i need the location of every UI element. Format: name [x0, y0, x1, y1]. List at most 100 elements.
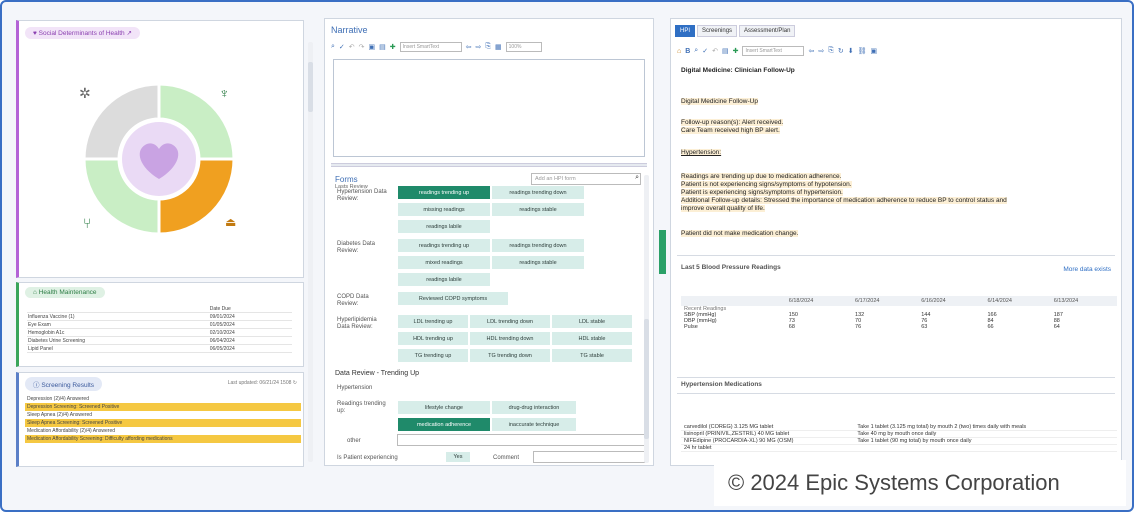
refresh-icon[interactable]: ↻ [293, 380, 297, 386]
list-item[interactable]: Depression (2)/4) Answered [25, 395, 301, 403]
tg-trending-down-button[interactable]: TG trending down [469, 348, 551, 363]
narrative-forms-panel: Narrative ⌕ ✓ ↶ ↷ ▣ ▤ ✚ Insert SmartText… [324, 18, 654, 466]
list-item[interactable]: Depression Screening: Screened Positive [25, 403, 301, 411]
insert-template-icon[interactable]: ▣ [369, 43, 376, 51]
left-scroll-thumb[interactable] [308, 62, 313, 112]
redo-icon[interactable]: ↷ [359, 43, 365, 51]
other-label: other [347, 438, 361, 444]
sdoh-title[interactable]: ♥ Social Determinants of Health ↗ [25, 27, 140, 39]
prev-icon[interactable]: ⇦ [466, 43, 472, 51]
table-row[interactable]: Hemoglobin A1c 02/10/2024 [27, 328, 292, 337]
drug-interaction-button[interactable]: drug-drug interaction [491, 400, 577, 415]
followup-alert: Care Team received high BP alert. [681, 127, 780, 134]
copy-icon[interactable]: ⎘ [828, 47, 834, 55]
find-icon[interactable]: ⌕ [331, 43, 335, 51]
med-sig [854, 444, 1117, 452]
narrative-title: Narrative [331, 25, 368, 35]
lifestyle-change-button[interactable]: lifestyle change [397, 400, 491, 415]
list-item[interactable]: Sleep Apnea Screening: Screened Positive [25, 419, 301, 427]
divider [677, 377, 1115, 378]
narrative-textarea[interactable] [333, 59, 645, 157]
bp-cell: 68 [788, 324, 795, 330]
list-item[interactable]: Medication Affordability Screening: Diff… [25, 435, 301, 443]
more-data-link[interactable]: More data exists [1063, 266, 1111, 274]
readings-labile-button[interactable]: readings labile [397, 219, 491, 234]
forms-scroll-thumb[interactable] [644, 319, 649, 439]
download-icon[interactable]: ⬇ [848, 47, 854, 55]
bp-cell: 64 [1053, 324, 1060, 330]
prev-icon[interactable]: ⇦ [808, 47, 814, 55]
bp-date-header: 6/18/2024 [785, 296, 853, 306]
table-row[interactable]: Lipid Panel 06/05/2024 [27, 344, 292, 353]
table-row[interactable]: Diabetes Urine Screening 06/04/2024 [27, 336, 292, 345]
zoom-select[interactable]: 100% [505, 42, 542, 52]
add-icon[interactable]: ✚ [390, 43, 396, 51]
tab-hpi[interactable]: HPI [675, 25, 696, 37]
add-icon[interactable]: ✚ [733, 47, 739, 55]
note-smarttext-input[interactable]: Insert SmartText [742, 46, 805, 56]
sdoh-wheel[interactable] [79, 79, 239, 239]
dm-readings-trending-up-button[interactable]: readings trending up [397, 238, 491, 253]
collapse-handle[interactable] [659, 230, 666, 274]
readings-stable-button[interactable]: readings stable [491, 202, 585, 217]
spellcheck-icon[interactable]: ✓ [339, 43, 345, 51]
copy-icon[interactable]: ⎘ [485, 43, 491, 51]
undo-icon[interactable]: ↶ [712, 47, 718, 55]
ldl-trending-up-button[interactable]: LDL trending up [397, 314, 469, 329]
other-input[interactable] [397, 434, 645, 446]
mixed-readings-button[interactable]: mixed readings [397, 255, 491, 270]
tg-trending-up-button[interactable]: TG trending up [397, 348, 469, 363]
missing-readings-button[interactable]: missing readings [397, 202, 491, 217]
list-item[interactable]: Sleep Apnea (2)/4) Answered [25, 411, 301, 419]
paste-icon[interactable]: ▦ [495, 43, 502, 51]
insert-image-icon[interactable]: ▤ [379, 43, 386, 51]
hdl-stable-button[interactable]: HDL stable [551, 331, 633, 346]
spellcheck-icon[interactable]: ✓ [702, 47, 708, 55]
hdl-trending-up-button[interactable]: HDL trending up [397, 331, 469, 346]
splitter-handle[interactable] [331, 163, 647, 167]
reviewed-copd-button[interactable]: Reviewed COPD symptoms [397, 291, 509, 306]
inaccurate-technique-button[interactable]: inaccurate technique [491, 417, 577, 432]
table-row[interactable]: NIFEdipine (PROCARDIA-XL) 90 MG (OSM) Tak… [681, 437, 1117, 445]
yes-button[interactable]: Yes [445, 451, 471, 463]
readings-trending-up-button[interactable]: readings trending up [397, 185, 491, 200]
readings-trending-down-button[interactable]: readings trending down [491, 185, 585, 200]
insert-image-icon[interactable]: ▤ [722, 47, 729, 55]
table-row[interactable]: 24 hr tablet [681, 444, 1117, 452]
screening-results-title[interactable]: ⓘ Screening Results [25, 377, 103, 391]
undo-icon[interactable]: ↶ [349, 43, 355, 51]
health-maintenance-title[interactable]: ⌂ Health Maintenance [25, 287, 105, 298]
comment-input[interactable] [533, 451, 645, 463]
link-icon[interactable]: ⛓ [858, 47, 867, 55]
tab-screenings[interactable]: Screenings [697, 25, 738, 37]
medication-adherence-button[interactable]: medication adherence [397, 417, 491, 432]
dm-readings-labile-button[interactable]: readings labile [397, 272, 491, 287]
table-row[interactable]: Eye Exam 01/05/2024 [27, 320, 292, 329]
next-icon[interactable]: ⇨ [476, 43, 482, 51]
table-row[interactable]: lisinopril (PRINIVIL,ZESTRIL) 40 MG tabl… [681, 430, 1117, 438]
tg-stable-button[interactable]: TG stable [551, 348, 633, 363]
hm-name: Influenza Vaccine (1) [27, 312, 209, 321]
hdl-trending-down-button[interactable]: HDL trending down [469, 331, 551, 346]
bp-row-label: Pulse [684, 324, 698, 330]
bp-cell: 63 [921, 324, 928, 330]
tab-assessment-plan[interactable]: Assessment/Plan [739, 25, 796, 37]
ldl-trending-down-button[interactable]: LDL trending down [469, 314, 551, 329]
sdoh-panel: ♥ Social Determinants of Health ↗ ✲ ♆ ⑂ … [16, 20, 304, 278]
list-item[interactable]: Medication Affordability (2)/4) Answered [25, 427, 301, 435]
table-row[interactable]: Influenza Vaccine (1) 09/01/2024 [27, 312, 292, 321]
add-hpi-form-input[interactable]: Add an HPI form [531, 173, 641, 185]
note-tabs: HPI Screenings Assessment/Plan [675, 25, 796, 37]
next-icon[interactable]: ⇨ [818, 47, 824, 55]
dm-readings-stable-button[interactable]: readings stable [491, 255, 585, 270]
copd-review-label: COPD Data Review: [337, 294, 369, 307]
find-icon[interactable]: ⌕ [694, 47, 698, 55]
print-icon[interactable]: ▣ [870, 47, 877, 55]
ldl-stable-button[interactable]: LDL stable [551, 314, 633, 329]
bold-icon[interactable]: B [685, 48, 690, 55]
smarttext-input[interactable]: Insert SmartText [399, 42, 462, 52]
refresh-icon[interactable]: ↻ [838, 47, 844, 55]
search-icon[interactable]: ⌕ [635, 174, 639, 182]
dm-readings-trending-down-button[interactable]: readings trending down [491, 238, 585, 253]
home-icon[interactable]: ⌂ [677, 48, 681, 55]
